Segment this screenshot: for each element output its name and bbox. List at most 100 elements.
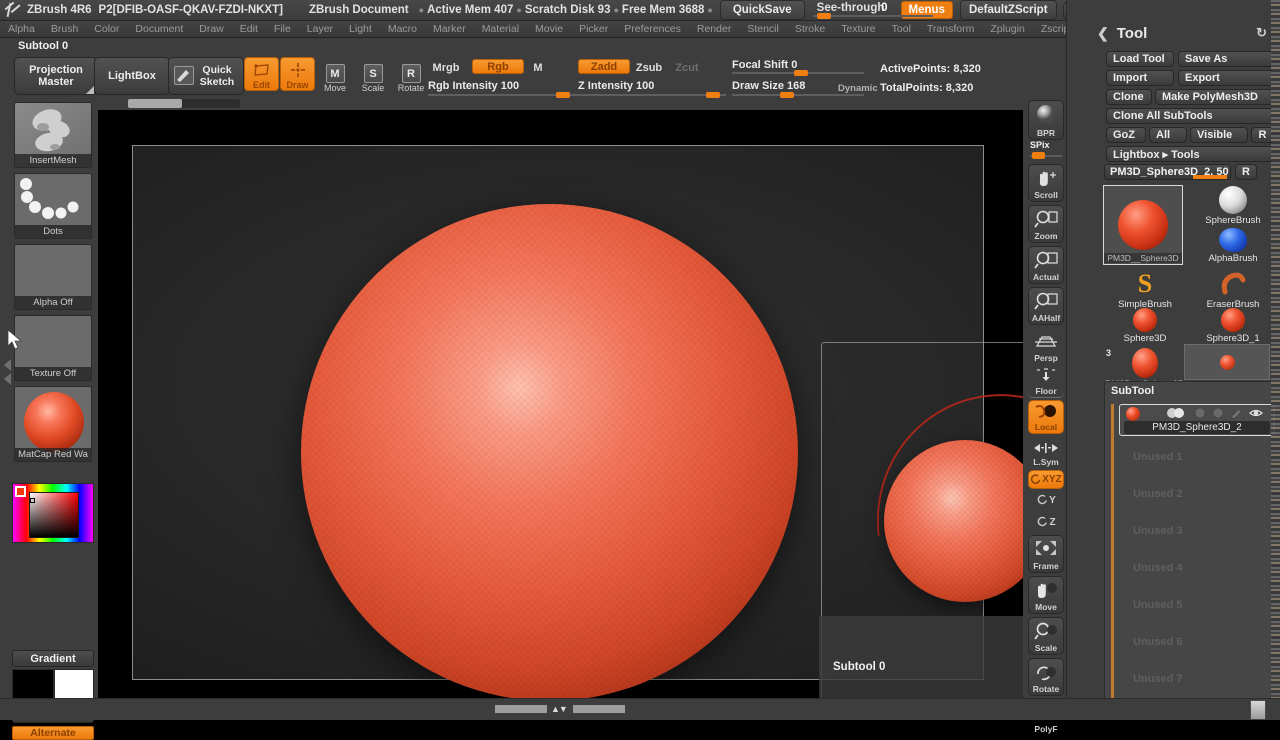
tool-item-simplebrush[interactable]: S SimpleBrush	[1108, 269, 1182, 310]
focal-shift-knob[interactable]	[794, 70, 808, 76]
menu-item-edit[interactable]: Edit	[232, 21, 266, 37]
current-tool-slider[interactable]: PM3D_Sphere3D_2. 50	[1104, 164, 1231, 180]
floor-button[interactable]: Floor	[1028, 364, 1064, 398]
gradient-button[interactable]: Gradient	[12, 650, 94, 667]
material-thumbnail[interactable]: MatCap Red Wa	[14, 386, 92, 462]
subtool-row-unused-7[interactable]: Unused 7	[1119, 664, 1275, 694]
m-toggle[interactable]: M	[530, 60, 546, 75]
z-intensity-slider[interactable]: Z Intensity 100	[578, 80, 726, 98]
subtool-mask-icon[interactable]	[1212, 407, 1226, 421]
clone-button[interactable]: Clone	[1106, 89, 1152, 105]
aahalf-button[interactable]: AAHalf	[1028, 287, 1064, 325]
export-button[interactable]: Export	[1178, 70, 1274, 86]
load-tool-button[interactable]: Load Tool	[1106, 51, 1174, 67]
menu-item-document[interactable]: Document	[127, 21, 191, 37]
xyz-axis-button[interactable]: XYZ	[1028, 470, 1064, 489]
brush-thumbnail[interactable]: InsertMesh	[14, 102, 92, 168]
tool-item-sphere3d-1[interactable]: Sphere3D_1	[1196, 308, 1270, 344]
stroke-thumbnail[interactable]: Dots	[14, 173, 92, 239]
menu-item-alpha[interactable]: Alpha	[0, 21, 43, 37]
make-polymesh3d-button[interactable]: Make PolyMesh3D	[1155, 89, 1274, 105]
color-picker[interactable]	[12, 483, 94, 543]
subtool-row-unused-5[interactable]: Unused 5	[1119, 590, 1275, 620]
alternate-button[interactable]: Alternate	[12, 726, 94, 740]
current-color-swatch[interactable]	[15, 486, 26, 497]
subtool-row-unused-4[interactable]: Unused 4	[1119, 553, 1275, 583]
local-button[interactable]: Local	[1028, 400, 1064, 434]
menu-item-transform[interactable]: Transform	[919, 21, 982, 37]
draw-button[interactable]: Draw	[280, 57, 315, 91]
canvas-horizontal-scrollbar[interactable]: ▲▼	[495, 704, 625, 714]
menu-item-texture[interactable]: Texture	[833, 21, 883, 37]
subtool-row-unused-1[interactable]: Unused 1	[1119, 442, 1275, 472]
menu-item-color[interactable]: Color	[86, 21, 127, 37]
z-axis-button[interactable]: Z	[1028, 512, 1064, 532]
y-axis-button[interactable]: Y	[1028, 490, 1064, 510]
subtool-row-unused-6[interactable]: Unused 6	[1119, 627, 1275, 657]
menu-item-material[interactable]: Material	[474, 21, 527, 37]
current-tool-r-button[interactable]: R	[1235, 164, 1257, 180]
scrollbar-left-segment[interactable]	[495, 705, 547, 713]
color-picker-gradient[interactable]	[29, 492, 79, 538]
bpr-render-button[interactable]: BPR	[1028, 100, 1064, 140]
dynamic-label[interactable]: Dynamic	[838, 83, 878, 94]
lightbox-button[interactable]: LightBox	[94, 57, 170, 95]
rgb-intensity-slider[interactable]: Rgb Intensity 100	[428, 80, 578, 98]
all-button[interactable]: All	[1149, 127, 1187, 143]
mrgb-toggle[interactable]: Mrgb	[428, 60, 464, 75]
subtool-visibility-toggle-icon[interactable]	[1166, 407, 1188, 421]
menu-item-layer[interactable]: Layer	[299, 21, 341, 37]
subtool-row-unused-2[interactable]: Unused 2	[1119, 479, 1275, 509]
scrollbar-right-segment[interactable]	[573, 705, 625, 713]
quicksave-button[interactable]: QuickSave	[719, 0, 805, 20]
rotate-view-button[interactable]: Rotate	[1028, 658, 1064, 696]
rgb-toggle[interactable]: Rgb	[472, 59, 524, 74]
canvas-zoom-slider[interactable]	[128, 99, 240, 108]
tool-item-spherebrush[interactable]: SphereBrush	[1196, 186, 1270, 226]
menu-item-stroke[interactable]: Stroke	[787, 21, 833, 37]
see-through-slider[interactable]: See-through 0	[812, 2, 933, 19]
menu-item-brush[interactable]: Brush	[43, 21, 86, 37]
menu-item-picker[interactable]: Picker	[571, 21, 616, 37]
tool-item-eraserbrush[interactable]: EraserBrush	[1196, 270, 1270, 310]
tool-item-alphabrush[interactable]: AlphaBrush	[1196, 228, 1270, 264]
refresh-icon[interactable]: ↻	[1256, 25, 1267, 41]
edit-button[interactable]: Edit	[244, 57, 279, 91]
move-button[interactable]: M Move	[320, 59, 350, 93]
left-collapse-chevron-icon-2[interactable]	[2, 372, 13, 389]
frame-button[interactable]: Frame	[1028, 535, 1064, 573]
alpha-thumbnail[interactable]: Alpha Off	[14, 244, 92, 310]
canvas-area[interactable]: Subtool 0 PM3D_Sphere3D_2 Polys=8192 Poi…	[98, 110, 1023, 700]
canvas-document[interactable]: Subtool 0 PM3D_Sphere3D_2 Polys=8192 Poi…	[132, 145, 1023, 700]
import-button[interactable]: Import	[1106, 70, 1174, 86]
texture-thumbnail[interactable]: Texture Off	[14, 315, 92, 381]
zcut-toggle[interactable]: Zcut	[670, 60, 704, 75]
menu-item-tool[interactable]: Tool	[884, 21, 919, 37]
menu-item-light[interactable]: Light	[341, 21, 380, 37]
menu-item-macro[interactable]: Macro	[380, 21, 425, 37]
draw-size-knob[interactable]	[780, 92, 794, 98]
focal-shift-slider[interactable]: Focal Shift 0	[732, 59, 864, 76]
menu-item-movie[interactable]: Movie	[527, 21, 571, 37]
visible-button[interactable]: Visible	[1190, 127, 1248, 143]
z-intensity-knob[interactable]	[706, 92, 720, 98]
menu-item-render[interactable]: Render	[689, 21, 739, 37]
sphere-primary-3d-object[interactable]	[301, 204, 798, 700]
see-through-knob[interactable]	[816, 12, 831, 19]
default-zscript-button[interactable]: DefaultZScript	[959, 0, 1057, 20]
scale-button[interactable]: S Scale	[358, 59, 388, 93]
clone-all-subtools-button[interactable]: Clone All SubTools	[1106, 108, 1274, 124]
tool-item-pm3d-sphere3d-selected[interactable]: PM3D__Sphere3D	[1103, 185, 1183, 265]
persp-button[interactable]: Persp	[1028, 330, 1064, 364]
scroll-button[interactable]: Scroll	[1028, 164, 1064, 202]
lightbox-tools-button[interactable]: Lightbox ▸ Tools	[1106, 146, 1274, 162]
menu-item-preferences[interactable]: Preferences	[616, 21, 689, 37]
menu-item-file[interactable]: File	[266, 21, 299, 37]
subtool-row-unused-3[interactable]: Unused 3	[1119, 516, 1275, 546]
tool-item-sphere3d[interactable]: Sphere3D	[1108, 308, 1182, 344]
rotate-button[interactable]: R Rotate	[396, 59, 426, 93]
menu-item-marker[interactable]: Marker	[425, 21, 474, 37]
spix-slider[interactable]	[1030, 151, 1062, 160]
menu-item-zplugin[interactable]: Zplugin	[982, 21, 1032, 37]
move-view-button[interactable]: Move	[1028, 576, 1064, 614]
